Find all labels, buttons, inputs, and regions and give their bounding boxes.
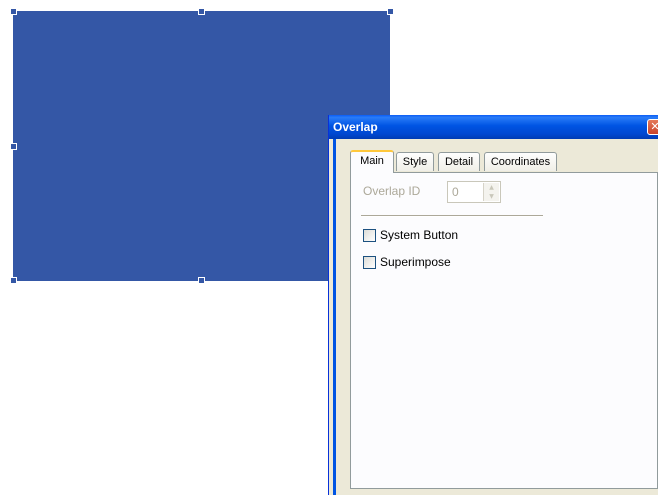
dialog-body: Main Style Detail Coordinates Overlap ID… (333, 139, 658, 495)
overlap-id-label: Overlap ID (363, 184, 421, 198)
spin-down-icon[interactable]: ▼ (484, 192, 499, 201)
tab-style[interactable]: Style (396, 152, 434, 171)
tab-coordinates[interactable]: Coordinates (484, 152, 557, 171)
close-icon[interactable]: ✕ (647, 119, 658, 135)
tab-main[interactable]: Main (350, 150, 394, 173)
separator-line (361, 215, 543, 217)
overlap-dialog: Overlap ✕ Main Style Detail Coordinates … (328, 115, 658, 495)
resize-handle-middle-left[interactable] (10, 143, 17, 150)
resize-handle-top-left[interactable] (10, 8, 17, 15)
overlap-id-value: 0 (452, 185, 459, 199)
design-canvas[interactable]: Overlap ✕ Main Style Detail Coordinates … (0, 0, 658, 495)
resize-handle-bottom-left[interactable] (10, 277, 17, 284)
tab-detail[interactable]: Detail (438, 152, 480, 171)
resize-handle-bottom-center[interactable] (198, 277, 205, 284)
dialog-titlebar[interactable]: Overlap ✕ (329, 115, 658, 139)
superimpose-checkbox[interactable] (363, 256, 376, 269)
resize-handle-top-right[interactable] (387, 8, 394, 15)
system-button-label[interactable]: System Button (380, 228, 458, 242)
resize-handle-top-center[interactable] (198, 8, 205, 15)
superimpose-label[interactable]: Superimpose (380, 255, 451, 269)
tab-panel-main: Overlap ID 0 ▲ ▼ System Button Superimpo… (350, 172, 658, 489)
overlap-id-spinner[interactable]: 0 ▲ ▼ (447, 181, 501, 203)
spin-up-icon[interactable]: ▲ (484, 183, 499, 192)
system-button-checkbox[interactable] (363, 229, 376, 242)
spinner-buttons: ▲ ▼ (483, 183, 499, 201)
dialog-title: Overlap (333, 120, 378, 134)
